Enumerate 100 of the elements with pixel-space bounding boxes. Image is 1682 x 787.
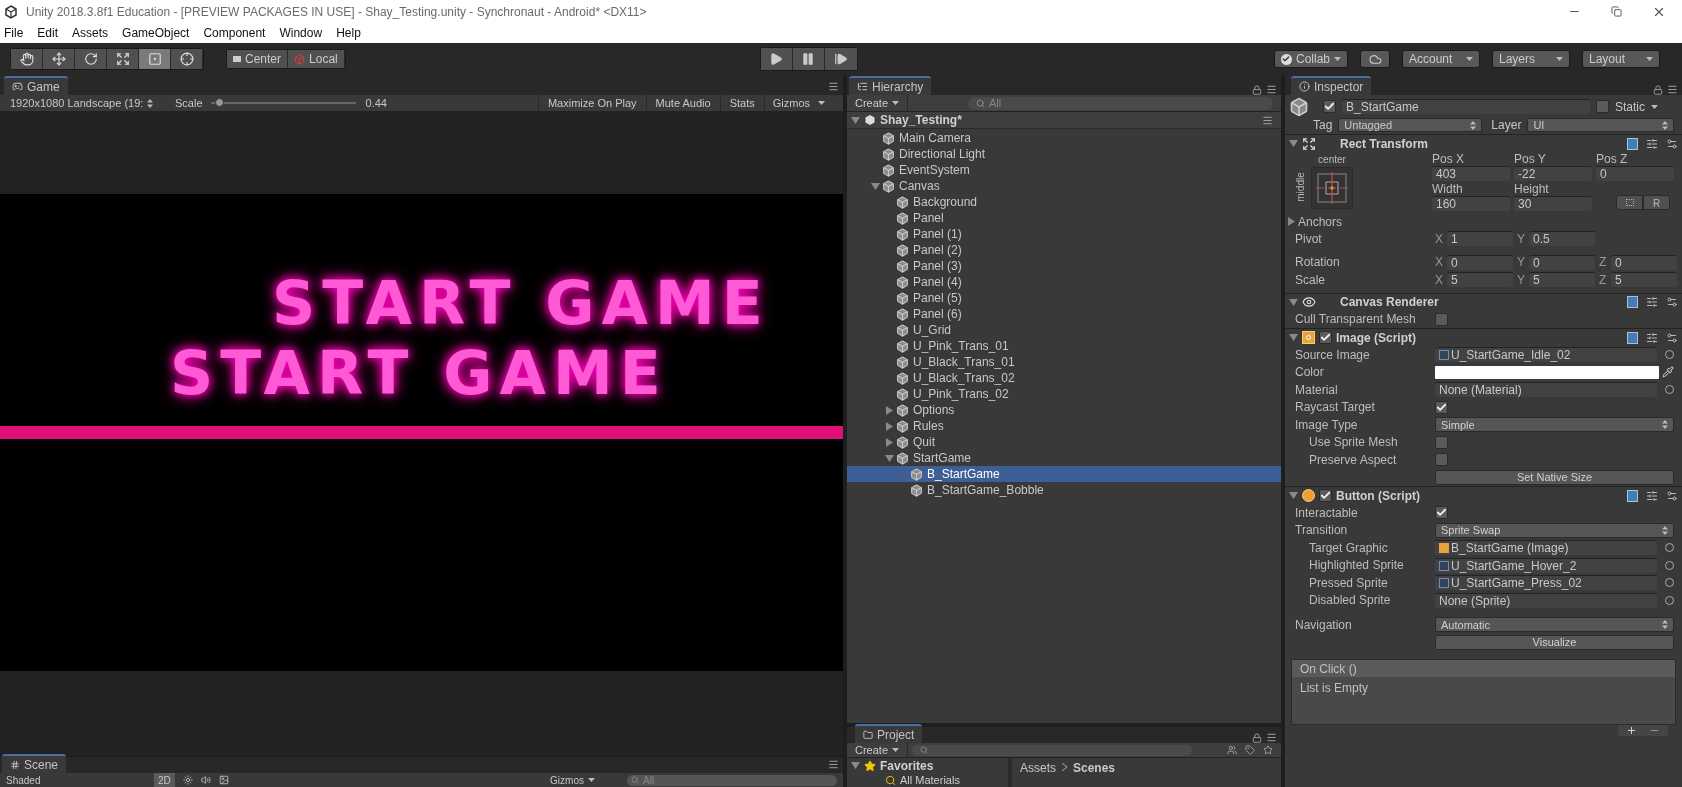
number-field[interactable]: 0 xyxy=(1611,254,1677,270)
checkbox[interactable] xyxy=(1435,400,1448,414)
collab-button[interactable]: Collab xyxy=(1273,50,1348,68)
menu-item[interactable]: Assets xyxy=(72,24,109,42)
number-field[interactable]: 1 xyxy=(1447,231,1513,247)
menu-item[interactable]: GameObject xyxy=(122,24,190,42)
hierarchy-item[interactable]: Panel (1) xyxy=(847,226,1281,242)
checkbox[interactable] xyxy=(1435,435,1448,449)
menu-icon[interactable] xyxy=(1266,732,1277,743)
label-icon[interactable] xyxy=(1245,745,1255,755)
preset-icon[interactable] xyxy=(1646,137,1658,150)
hierarchy-item[interactable]: Panel (2) xyxy=(847,242,1281,258)
tool-button[interactable] xyxy=(75,49,107,69)
hierarchy-item[interactable]: Directional Light xyxy=(847,146,1281,162)
object-field[interactable]: None (Material) xyxy=(1435,382,1657,398)
play-button[interactable] xyxy=(760,48,793,70)
menu-icon[interactable] xyxy=(1262,114,1273,126)
toolbar-dropdown[interactable]: Account xyxy=(1402,50,1480,68)
step-button[interactable] xyxy=(824,48,857,70)
tool-button[interactable] xyxy=(107,49,139,69)
number-field[interactable]: 5 xyxy=(1447,272,1513,288)
name-field[interactable]: B_StartGame xyxy=(1342,99,1590,114)
resolution-dropdown[interactable]: 1920x1080 Landscape (19: xyxy=(10,94,165,112)
object-field[interactable]: U_StartGame_Idle_02 xyxy=(1435,347,1657,363)
preset-icon[interactable] xyxy=(1646,331,1658,344)
expand-arrow-icon[interactable] xyxy=(851,761,860,770)
number-field[interactable]: 0.5 xyxy=(1529,231,1595,247)
menu-item[interactable]: Help xyxy=(336,24,361,42)
2d-toggle-button[interactable]: 2D xyxy=(154,772,175,787)
checkbox[interactable] xyxy=(1596,100,1609,113)
menu-item[interactable]: File xyxy=(4,24,24,42)
hierarchy-item[interactable]: Main Camera xyxy=(847,130,1281,146)
game-tab[interactable]: Game xyxy=(4,76,68,95)
settings-icon[interactable] xyxy=(1666,296,1678,308)
checkbox[interactable] xyxy=(1323,100,1336,113)
expand-arrow-icon[interactable] xyxy=(885,453,894,463)
gizmos-button[interactable]: Gizmos xyxy=(550,772,595,787)
number-field[interactable]: -22 xyxy=(1514,166,1592,181)
hierarchy-item[interactable]: EventSystem xyxy=(847,162,1281,178)
component-title[interactable]: Rect Transform xyxy=(1340,134,1429,153)
pivot-button[interactable]: Center xyxy=(227,50,289,68)
anchor-preset-icon[interactable] xyxy=(1311,167,1353,209)
hierarchy-item[interactable]: U_Grid xyxy=(847,322,1281,338)
lock-icon[interactable] xyxy=(1252,84,1262,95)
help-icon[interactable] xyxy=(1627,489,1638,502)
hierarchy-item[interactable]: Panel (3) xyxy=(847,258,1281,274)
menu-icon[interactable] xyxy=(828,759,839,770)
effects-icon[interactable] xyxy=(218,775,229,785)
blueprint-mode-icon[interactable] xyxy=(1616,195,1643,210)
hierarchy-item[interactable]: Panel (5) xyxy=(847,290,1281,306)
expand-arrow-icon[interactable] xyxy=(1289,333,1298,342)
preset-icon[interactable] xyxy=(1646,489,1658,502)
hierarchy-item[interactable]: Canvas xyxy=(847,178,1281,194)
project-tab[interactable]: Project xyxy=(855,724,923,743)
number-field[interactable]: 30 xyxy=(1514,196,1592,211)
checkbox[interactable] xyxy=(1435,506,1448,520)
number-field[interactable]: 0 xyxy=(1529,254,1595,270)
raw-edit-button[interactable]: R xyxy=(1643,195,1670,210)
hierarchy-item[interactable]: U_Black_Trans_01 xyxy=(847,354,1281,370)
object-field[interactable]: None (Sprite) xyxy=(1435,592,1657,608)
expand-arrow-icon[interactable] xyxy=(1289,297,1298,307)
hierarchy-item[interactable]: Quit xyxy=(847,434,1281,450)
number-field[interactable]: 0 xyxy=(1447,254,1513,270)
checkbox[interactable] xyxy=(1435,312,1448,326)
hierarchy-item[interactable]: U_Black_Trans_02 xyxy=(847,370,1281,386)
add-icon[interactable] xyxy=(1626,725,1637,736)
toolbar-dropdown[interactable]: Layout xyxy=(1582,50,1660,68)
component-title[interactable]: Button (Script) xyxy=(1336,486,1420,505)
cloud-button[interactable] xyxy=(1360,50,1390,68)
preset-icon[interactable] xyxy=(1646,296,1658,308)
number-field[interactable]: 160 xyxy=(1432,196,1510,211)
number-field[interactable]: 5 xyxy=(1611,272,1677,288)
number-field[interactable]: 0 xyxy=(1596,166,1674,181)
toggle-button[interactable]: Stats xyxy=(719,95,764,111)
help-icon[interactable] xyxy=(1627,331,1638,344)
object-field[interactable]: B_StartGame (Image) xyxy=(1435,540,1657,556)
layer-dropdown[interactable]: UI xyxy=(1527,118,1674,132)
shading-dropdown[interactable]: Shaded xyxy=(6,772,146,787)
checkbox[interactable] xyxy=(1319,489,1332,502)
hierarchy-item[interactable]: StartGame xyxy=(847,450,1281,466)
lock-icon[interactable] xyxy=(1653,84,1663,95)
inspector-button[interactable]: Set Native Size xyxy=(1435,469,1674,485)
inspector-button[interactable]: Visualize xyxy=(1435,634,1674,650)
number-field[interactable]: 5 xyxy=(1529,272,1595,288)
toggle-button[interactable]: Maximize On Play xyxy=(537,95,646,111)
checkbox[interactable] xyxy=(1319,331,1332,344)
expand-arrow-icon[interactable] xyxy=(871,181,880,191)
search-field[interactable] xyxy=(912,744,1193,756)
collapse-arrow-icon[interactable] xyxy=(885,437,894,447)
hierarchy-item[interactable]: B_StartGame_Bobble xyxy=(847,482,1281,498)
component-title[interactable]: Canvas Renderer xyxy=(1340,293,1439,311)
dropdown[interactable]: Sprite Swap xyxy=(1435,522,1674,538)
breadcrumb-item[interactable]: Assets xyxy=(1020,759,1056,777)
collapse-arrow-icon[interactable] xyxy=(885,405,894,415)
color-swatch[interactable] xyxy=(1435,365,1659,379)
static-label[interactable]: Static xyxy=(1615,97,1645,116)
hierarchy-item[interactable]: B_StartGame xyxy=(847,466,1281,482)
menu-item[interactable]: Component xyxy=(203,24,266,42)
menu-item[interactable]: Window xyxy=(279,24,323,42)
hierarchy-tab[interactable]: Hierarchy xyxy=(849,76,932,95)
